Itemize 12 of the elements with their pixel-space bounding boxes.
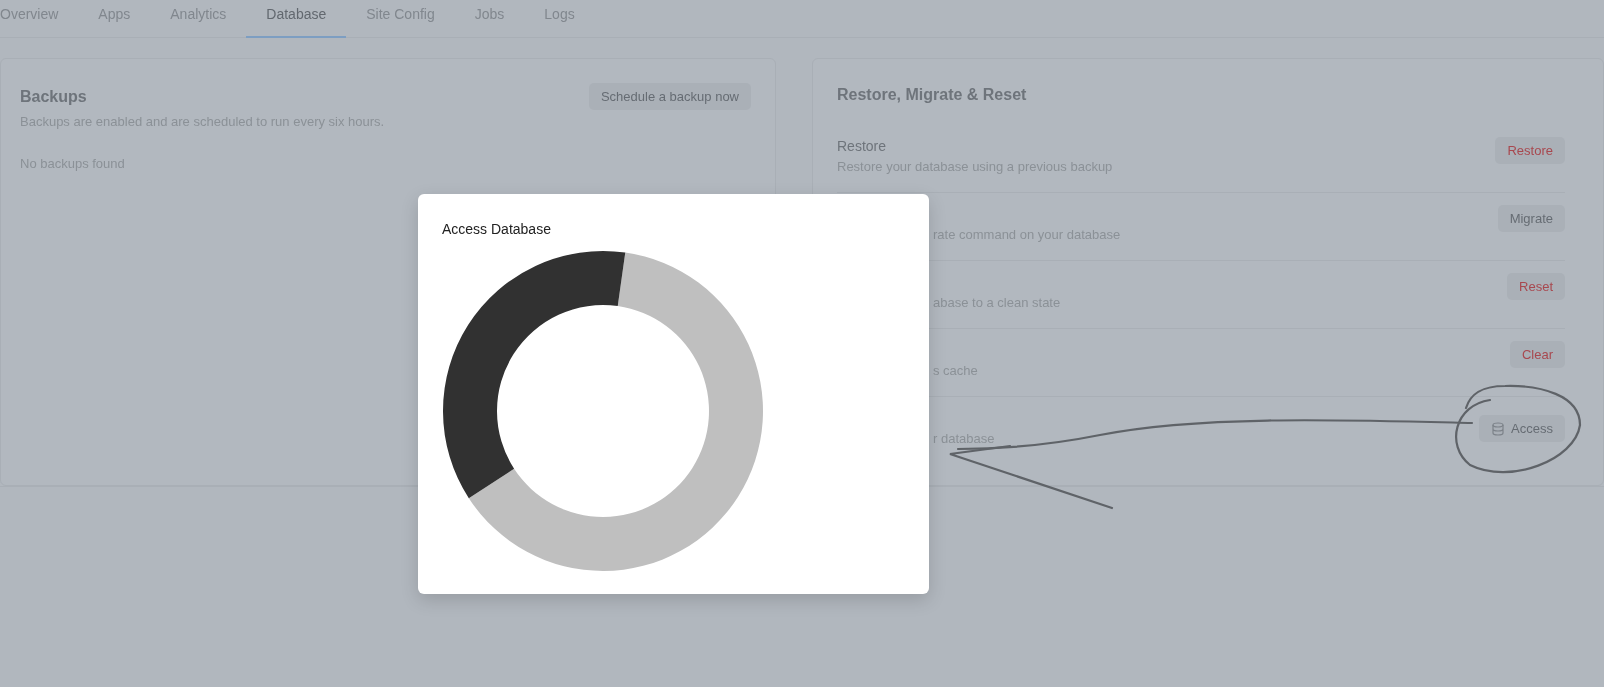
- dialog-title: Access Database: [442, 220, 552, 238]
- action-button[interactable]: Reset: [1507, 273, 1565, 300]
- card-title: Backups: [20, 86, 87, 107]
- action-button[interactable]: Restore: [1495, 137, 1565, 164]
- schedule-backup-button[interactable]: Schedule a backup now: [588, 83, 751, 110]
- action-button[interactable]: Clear: [1509, 341, 1565, 368]
- row-title: Restore: [837, 137, 888, 156]
- action-button[interactable]: Migrate: [1497, 205, 1565, 232]
- nav-tab[interactable]: Database: [246, 0, 347, 38]
- database-icon: [1491, 421, 1506, 436]
- access-button[interactable]: Access: [1479, 415, 1565, 442]
- card-title: Restore, Migrate & Reset: [837, 85, 1028, 105]
